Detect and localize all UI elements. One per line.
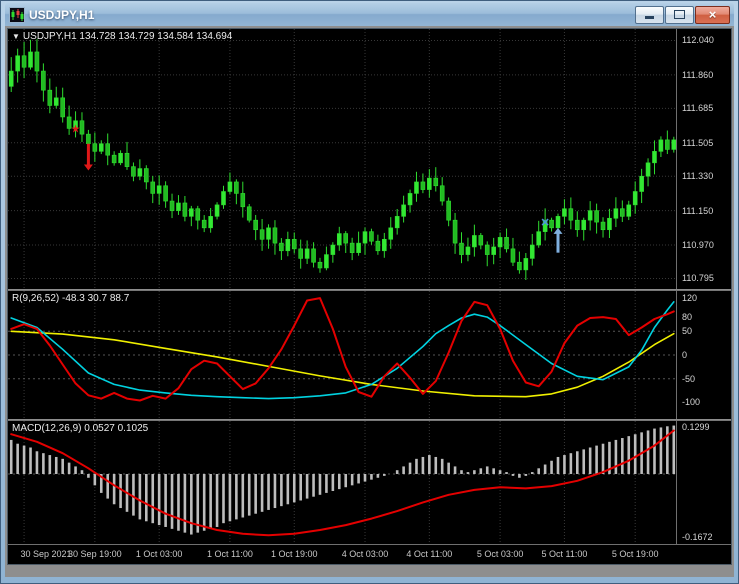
symbol-dropdown-icon: ▼ [12,32,20,41]
oscillator-cyan-line [10,301,675,400]
chart-window: ▼ USDJPY,H1 134.728 134.729 134.584 134.6… [7,28,732,565]
close-button[interactable]: × [695,5,730,24]
time-axis[interactable]: 30 Sep 2021 30 Sep 19:00 1 Oct 03:00 1 Oct … [8,544,731,564]
window-titlebar[interactable]: USDJPY,H1 × [5,3,734,26]
price-axis[interactable]: 112.040 111.860 111.685 111.505 111.330 111.1… [676,29,731,289]
oscillator-axis[interactable]: 120 80 50 0 -50 -100 [676,291,731,419]
oscillator-yellow-line [10,330,675,398]
minimize-button[interactable] [635,5,664,24]
time-axis-label: 5 Oct 03:00 [476,549,524,559]
window-title: USDJPY,H1 [29,7,95,22]
price-chart-canvas[interactable]: ★ [8,29,677,289]
time-axis-label: 5 Oct 19:00 [611,549,659,559]
sell-arrow-icon [83,143,93,171]
ohlc-text: USDJPY,H1 134.728 134.729 134.584 134.69… [22,31,233,42]
price-axis-label: 111.330 [682,171,714,182]
ohlc-readout: ▼ USDJPY,H1 134.728 134.729 134.584 134.6… [12,31,232,42]
macd-axis-label: -0.1672 [682,532,713,543]
time-axis-label: 5 Oct 11:00 [541,549,588,559]
price-axis-label: 110.795 [682,273,714,284]
oscillator-red-line [10,297,675,402]
oscillator-axis-label: 0 [682,350,688,360]
price-axis-label: 111.685 [682,103,714,114]
close-icon: × [708,7,717,22]
oscillator-panel: R(9,26,52) -48.3 30.7 88.7 120 80 50 0 -50 -1… [8,291,731,419]
price-panel: ▼ USDJPY,H1 134.728 134.729 134.584 134.6… [8,29,731,289]
oscillator-axis-label: 80 [682,312,693,323]
sell-signal-star-icon: ★ [71,122,81,135]
macd-histogram [9,425,676,535]
mdi-client-area: ▼ USDJPY,H1 134.728 134.729 134.584 134.6… [5,26,734,577]
oscillator-axis-label: 50 [682,326,693,337]
chart-app-icon [9,6,25,23]
oscillator-label: R(9,26,52) -48.3 30.7 88.7 [12,293,130,304]
buy-arrow-icon [553,227,563,253]
oscillator-axis-label: -100 [682,397,701,408]
oscillator-canvas[interactable] [8,291,677,419]
price-axis-label: 112.040 [682,35,714,46]
oscillator-axis-label: 120 [682,293,698,304]
macd-axis[interactable]: 0.1299 -0.1672 [676,421,731,544]
time-axis-label: 30 Sep 19:00 [68,549,122,559]
time-axis-label: 4 Oct 11:00 [406,549,453,559]
restore-icon [674,10,685,19]
minimize-icon [645,16,654,19]
macd-label: MACD(12,26,9) 0.0527 0.1025 [12,423,149,434]
terminal-window: USDJPY,H1 × ▼ USDJPY,H1 134.728 134.729 1… [0,0,739,584]
time-axis-label: 1 Oct 11:00 [206,549,253,559]
macd-canvas[interactable] [8,421,677,544]
price-axis-label: 111.150 [682,205,714,216]
macd-signal-line [10,429,675,537]
time-axis-label: 4 Oct 03:00 [341,549,389,559]
time-axis-label: 1 Oct 19:00 [270,549,318,559]
price-axis-label: 111.505 [682,137,714,148]
price-axis-label: 111.860 [682,69,714,80]
price-axis-label: 110.970 [682,240,714,251]
time-axis-label: 1 Oct 03:00 [135,549,183,559]
oscillator-axis-label: -50 [682,373,696,384]
restore-button[interactable] [665,5,694,24]
macd-panel: MACD(12,26,9) 0.0527 0.1025 0.1299 -0.167… [8,421,731,544]
macd-axis-label: 0.1299 [682,422,710,432]
